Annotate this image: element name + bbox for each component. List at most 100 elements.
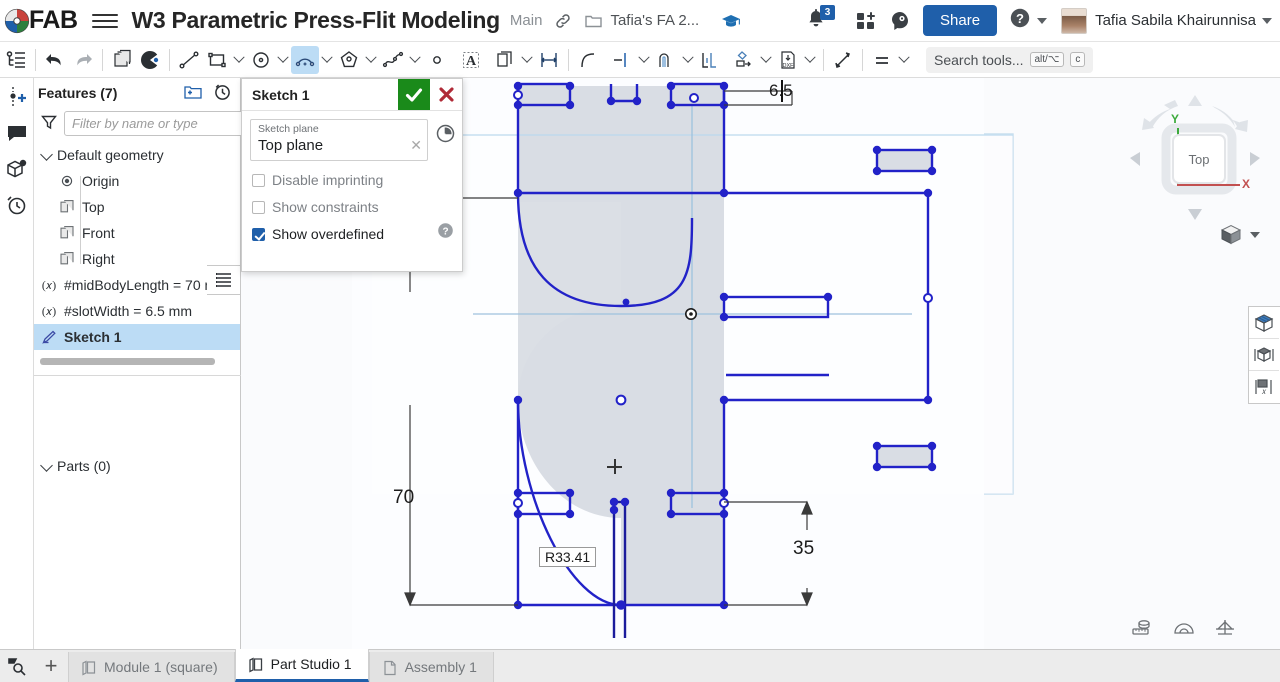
graduation-cap-icon[interactable] bbox=[721, 12, 741, 30]
accept-sketch-button[interactable] bbox=[398, 79, 430, 110]
dimension-icon[interactable] bbox=[535, 46, 563, 74]
cube-appearance-icon[interactable] bbox=[1249, 339, 1279, 371]
dxf-import-icon[interactable]: DXF bbox=[774, 46, 802, 74]
tree-node-variable-slotwidth[interactable]: (𝑥) #slotWidth = 6.5 mm bbox=[34, 298, 240, 324]
equal-constraint-icon[interactable] bbox=[868, 46, 896, 74]
filter-funnel-icon[interactable] bbox=[40, 113, 58, 134]
mirror-menu-chevron-down-icon[interactable] bbox=[519, 46, 535, 74]
user-avatar[interactable] bbox=[1061, 7, 1088, 34]
cube-info-icon[interactable] bbox=[4, 156, 30, 182]
add-tab-button[interactable]: + bbox=[34, 649, 68, 682]
point-icon[interactable] bbox=[423, 46, 451, 74]
rollback-stopwatch-icon[interactable] bbox=[213, 82, 232, 104]
sketch-plane-field[interactable]: Sketch plane Top plane ✕ bbox=[250, 119, 428, 161]
measure-roll-icon[interactable] bbox=[1130, 617, 1154, 642]
spline-icon[interactable] bbox=[379, 46, 407, 74]
tree-node-front-plane[interactable]: Front bbox=[34, 220, 240, 246]
trim-menu-chevron-down-icon[interactable] bbox=[636, 46, 652, 74]
search-tools-input[interactable]: Search tools... alt/⌥ c bbox=[926, 46, 1094, 73]
clear-x-icon[interactable]: ✕ bbox=[410, 137, 422, 154]
cancel-sketch-button[interactable] bbox=[430, 79, 462, 110]
app-logo[interactable]: FAB bbox=[4, 6, 78, 35]
list-view-icon[interactable] bbox=[207, 265, 241, 295]
rectangle-menu-chevron-down-icon[interactable] bbox=[231, 46, 247, 74]
layers-icon[interactable] bbox=[108, 46, 136, 74]
transform-icon[interactable] bbox=[730, 46, 758, 74]
chevron-down-icon[interactable] bbox=[40, 459, 54, 473]
use-project-icon[interactable] bbox=[696, 46, 724, 74]
help-circle-icon[interactable]: ? bbox=[437, 222, 454, 244]
dimension-mid-body-length[interactable]: 70 bbox=[393, 487, 414, 509]
circle-menu-chevron-down-icon[interactable] bbox=[275, 46, 291, 74]
dimension-slot-width[interactable]: 6.5 bbox=[769, 80, 793, 102]
tab-part-studio-1[interactable]: Part Studio 1 bbox=[234, 649, 369, 682]
feature-tree-header: Features (7) bbox=[34, 78, 240, 108]
extrude-pac-icon[interactable] bbox=[136, 46, 164, 74]
add-feature-icon[interactable] bbox=[4, 84, 30, 110]
notification-bell-icon[interactable]: 3 bbox=[805, 4, 836, 34]
view-orientation-button[interactable] bbox=[1218, 222, 1260, 248]
transform-menu-chevron-down-icon[interactable] bbox=[758, 46, 774, 74]
chevron-down-icon[interactable] bbox=[40, 148, 54, 162]
tab-assembly-1[interactable]: Assembly 1 bbox=[368, 652, 494, 682]
construction-line-icon[interactable] bbox=[829, 46, 857, 74]
rectangle-icon[interactable] bbox=[203, 46, 231, 74]
tree-node-parts[interactable]: Parts (0) bbox=[34, 453, 241, 479]
tree-node-sketch-1[interactable]: Sketch 1 bbox=[34, 324, 240, 350]
apps-grid-add-icon[interactable] bbox=[855, 10, 877, 32]
feature-tree-toggle-button[interactable] bbox=[2, 46, 30, 74]
undo-button[interactable] bbox=[41, 46, 69, 74]
new-folder-icon[interactable] bbox=[183, 83, 203, 104]
dxf-menu-chevron-down-icon[interactable] bbox=[802, 46, 818, 74]
history-stopwatch-icon[interactable] bbox=[4, 192, 30, 218]
polygon-menu-chevron-down-icon[interactable] bbox=[363, 46, 379, 74]
show-overdefined-checkbox[interactable]: Show overdefined bbox=[250, 226, 454, 242]
tab-module-1-square[interactable]: Module 1 (square) bbox=[68, 652, 235, 682]
protractor-icon[interactable] bbox=[1172, 617, 1196, 642]
hamburger-menu-icon[interactable] bbox=[91, 8, 118, 34]
line-icon[interactable] bbox=[175, 46, 203, 74]
fillet-arc-icon[interactable] bbox=[574, 46, 602, 74]
branch-label[interactable]: Main bbox=[510, 12, 543, 29]
workspace-name[interactable]: Tafia's FA 2... bbox=[610, 12, 699, 29]
help-menu[interactable]: ? bbox=[1009, 7, 1048, 34]
support-head-icon[interactable] bbox=[889, 10, 911, 32]
show-constraints-checkbox[interactable]: Show constraints bbox=[250, 199, 454, 215]
user-menu-chevron-down-icon[interactable] bbox=[1262, 17, 1272, 24]
folder-icon[interactable] bbox=[584, 12, 603, 30]
disable-imprinting-checkbox[interactable]: Disable imprinting bbox=[250, 172, 454, 188]
user-name-label[interactable]: Tafia Sabila Khairunnisa bbox=[1095, 12, 1256, 29]
tab-search-icon[interactable] bbox=[0, 649, 34, 682]
redo-button[interactable] bbox=[69, 46, 97, 74]
tree-node-top-plane[interactable]: Top bbox=[34, 194, 240, 220]
dimension-fillet-radius[interactable]: R33.41 bbox=[539, 547, 597, 567]
filter-input[interactable] bbox=[64, 111, 258, 136]
chevron-down-icon[interactable] bbox=[1250, 232, 1260, 238]
text-a-icon[interactable]: A bbox=[457, 46, 485, 74]
scales-icon[interactable] bbox=[1214, 617, 1236, 642]
comment-bubble-icon[interactable] bbox=[4, 120, 30, 146]
clock-icon[interactable] bbox=[435, 123, 456, 149]
constraints-menu-chevron-down-icon[interactable] bbox=[896, 46, 912, 74]
parts-section[interactable]: Parts (0) bbox=[34, 453, 241, 479]
trim-icon[interactable] bbox=[608, 46, 636, 74]
dimension-lower-height[interactable]: 35 bbox=[793, 538, 814, 560]
share-button[interactable]: Share bbox=[923, 5, 998, 36]
circle-icon[interactable] bbox=[247, 46, 275, 74]
view-cube[interactable]: Y X Top bbox=[1120, 90, 1270, 250]
sketch-dialog[interactable]: Sketch 1 Sketch plane Top plane ✕ Disabl… bbox=[241, 78, 463, 272]
variable-table-icon[interactable]: 𝑥 bbox=[1249, 371, 1279, 403]
arc-menu-chevron-down-icon[interactable] bbox=[319, 46, 335, 74]
arc-icon[interactable] bbox=[291, 45, 319, 74]
feature-tree-scrollbar[interactable] bbox=[40, 358, 215, 365]
view-cube-top-face[interactable]: Top bbox=[1172, 134, 1226, 184]
tree-node-origin[interactable]: Origin bbox=[34, 168, 240, 194]
tree-node-default-geometry[interactable]: Default geometry bbox=[34, 142, 240, 168]
link-icon[interactable] bbox=[554, 12, 572, 30]
offset-icon[interactable] bbox=[652, 46, 680, 74]
polygon-icon[interactable] bbox=[335, 46, 363, 74]
offset-menu-chevron-down-icon[interactable] bbox=[680, 46, 696, 74]
cube-grid-icon[interactable] bbox=[1249, 307, 1279, 339]
spline-menu-chevron-down-icon[interactable] bbox=[407, 46, 423, 74]
mirror-icon[interactable] bbox=[491, 46, 519, 74]
